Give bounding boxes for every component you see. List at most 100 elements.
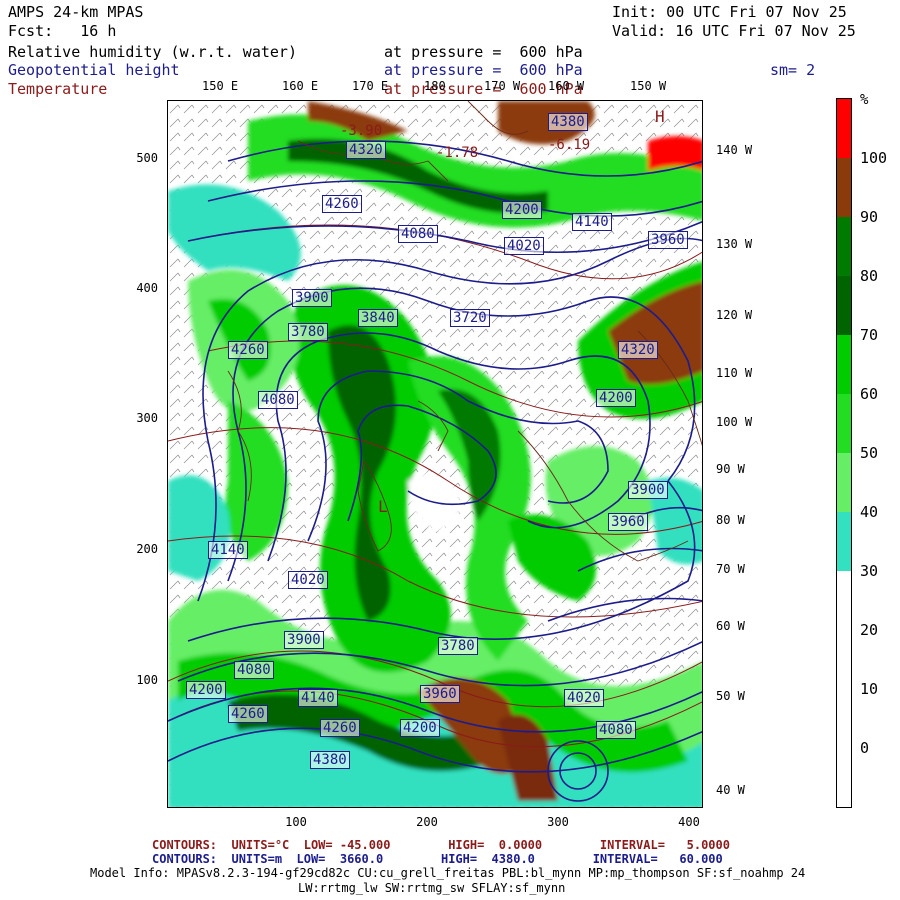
smoothing-label: sm= 2 [770, 61, 816, 79]
height-contour-label: 3720 [450, 309, 490, 327]
height-contour-label: 4020 [288, 571, 328, 589]
height-contour-label: 4380 [310, 751, 350, 769]
height-contour-label: 4140 [298, 689, 338, 707]
colorbar-label: 50 [860, 444, 879, 462]
height-contour-label: 4080 [398, 225, 438, 243]
model-info: Model Info: MPASv8.2.3-194-gf29cd82c CU:… [90, 866, 806, 880]
height-contour-label: 3900 [628, 481, 668, 499]
height-contour-label: 4200 [186, 681, 226, 699]
lon-label-right: 90 W [716, 462, 745, 476]
height-contour-label: 3900 [284, 631, 324, 649]
colorbar-label: 70 [860, 326, 879, 344]
field-height-name: Geopotential height [8, 61, 180, 79]
height-contour-label: 4380 [548, 113, 588, 131]
colorbar-segment [837, 158, 851, 217]
map-plot-area: 4380 4320 4260 4200 4140 4080 4020 3960 … [167, 100, 703, 808]
x-tick-label: 300 [547, 815, 569, 829]
colorbar-label: 40 [860, 503, 879, 521]
lon-label-top: 160 E [282, 79, 319, 93]
colorbar-label: 60 [860, 385, 879, 403]
low-pressure-marker: L [378, 497, 388, 516]
height-contour-label: 4260 [228, 705, 268, 723]
y-tick-label: 200 [136, 542, 158, 556]
height-contour-label: 4020 [564, 689, 604, 707]
colorbar-label: 10 [860, 680, 879, 698]
temperature-contour-label: -1.78 [436, 145, 479, 161]
model-info-2: LW:rrtmg_lw SW:rrtmg_sw SFLAY:sf_mynn [298, 881, 566, 895]
lon-label-right: 60 W [716, 619, 745, 633]
lon-label-right: 100 W [716, 415, 753, 429]
colorbar-label: 100 [860, 149, 888, 167]
colorbar-segment [837, 689, 851, 748]
lon-label-right: 130 W [716, 237, 753, 251]
colorbar-segment [837, 276, 851, 335]
lon-label-top: 180 [424, 79, 446, 93]
colorbar-segment [837, 394, 851, 453]
colorbar-label: 30 [860, 562, 879, 580]
height-contour-label: 4260 [320, 719, 360, 737]
temp-contour-info: CONTOURS: UNITS=°C LOW= -45.000 HIGH= 0.… [152, 838, 730, 852]
height-contour-label: 4080 [258, 391, 298, 409]
colorbar-label: 20 [860, 621, 879, 639]
valid-time: Valid: 16 UTC Fri 07 Nov 25 [612, 22, 856, 40]
model-title: AMPS 24-km MPAS [8, 3, 144, 21]
height-contour-label: 4140 [572, 213, 612, 231]
lon-label-top: 160 W [548, 79, 585, 93]
height-contour-label: 3900 [292, 289, 332, 307]
height-contour-label: 4020 [504, 237, 544, 255]
lon-label-top: 170 E [352, 79, 389, 93]
field-height-level: at pressure = 600 hPa [384, 61, 583, 79]
temperature-contour-label: -3.90 [340, 123, 383, 139]
lon-label-right: 120 W [716, 308, 753, 322]
lon-label-right: 50 W [716, 689, 745, 703]
colorbar-segment [837, 335, 851, 394]
height-contour-label: 4260 [322, 195, 362, 213]
height-contour-label: 3780 [288, 323, 328, 341]
lon-label-right: 70 W [716, 562, 745, 576]
y-tick-label: 500 [136, 151, 158, 165]
height-contour-label: 4260 [228, 341, 268, 359]
field-temp-name: Temperature [8, 80, 108, 98]
height-contour-label: 3840 [358, 309, 398, 327]
field-rh-name: Relative humidity (w.r.t. water) [8, 43, 297, 61]
lon-label-top: 170 W [484, 79, 521, 93]
height-contour-label: 4200 [502, 201, 542, 219]
x-tick-label: 200 [416, 815, 438, 829]
lon-label-right: 140 W [716, 143, 753, 157]
colorbar-segment [837, 99, 851, 158]
init-time: Init: 00 UTC Fri 07 Nov 25 [612, 3, 847, 21]
y-tick-label: 300 [136, 411, 158, 425]
height-contour-label: 4320 [346, 141, 386, 159]
colorbar-segment [837, 453, 851, 512]
height-contour-label: 3960 [420, 685, 460, 703]
x-tick-label: 400 [678, 815, 700, 829]
forecast-hour: Fcst: 16 h [8, 22, 117, 40]
height-contour-label: 3780 [438, 637, 478, 655]
height-contour-label: 4200 [596, 389, 636, 407]
colorbar-segment [837, 571, 851, 630]
field-rh-level: at pressure = 600 hPa [384, 43, 583, 61]
height-contour-label: 4140 [208, 541, 248, 559]
colorbar-segment [837, 748, 851, 807]
colorbar-label: 90 [860, 208, 879, 226]
colorbar-label: 80 [860, 267, 879, 285]
height-contour-label: 4320 [618, 341, 658, 359]
colorbar-unit: % [860, 92, 869, 108]
lon-label-top: 150 W [630, 79, 667, 93]
height-contour-info: CONTOURS: UNITS=m LOW= 3660.0 HIGH= 4380… [152, 852, 723, 866]
height-contour-label: 3960 [608, 513, 648, 531]
height-contour-label: 3960 [648, 231, 688, 249]
height-contour-label: 4080 [596, 721, 636, 739]
high-pressure-marker: H [655, 107, 665, 126]
colorbar-segment [837, 217, 851, 276]
colorbar-segment [837, 630, 851, 689]
colorbar-label: 0 [860, 739, 870, 757]
y-tick-label: 400 [136, 281, 158, 295]
colorbar-segment [837, 512, 851, 571]
height-contour-label: 4080 [234, 661, 274, 679]
lon-label-right: 80 W [716, 513, 745, 527]
lon-label-right: 40 W [716, 783, 745, 797]
temperature-contour-label: -6.19 [548, 137, 591, 153]
colorbar [836, 98, 852, 808]
height-contour-label: 4200 [400, 719, 440, 737]
